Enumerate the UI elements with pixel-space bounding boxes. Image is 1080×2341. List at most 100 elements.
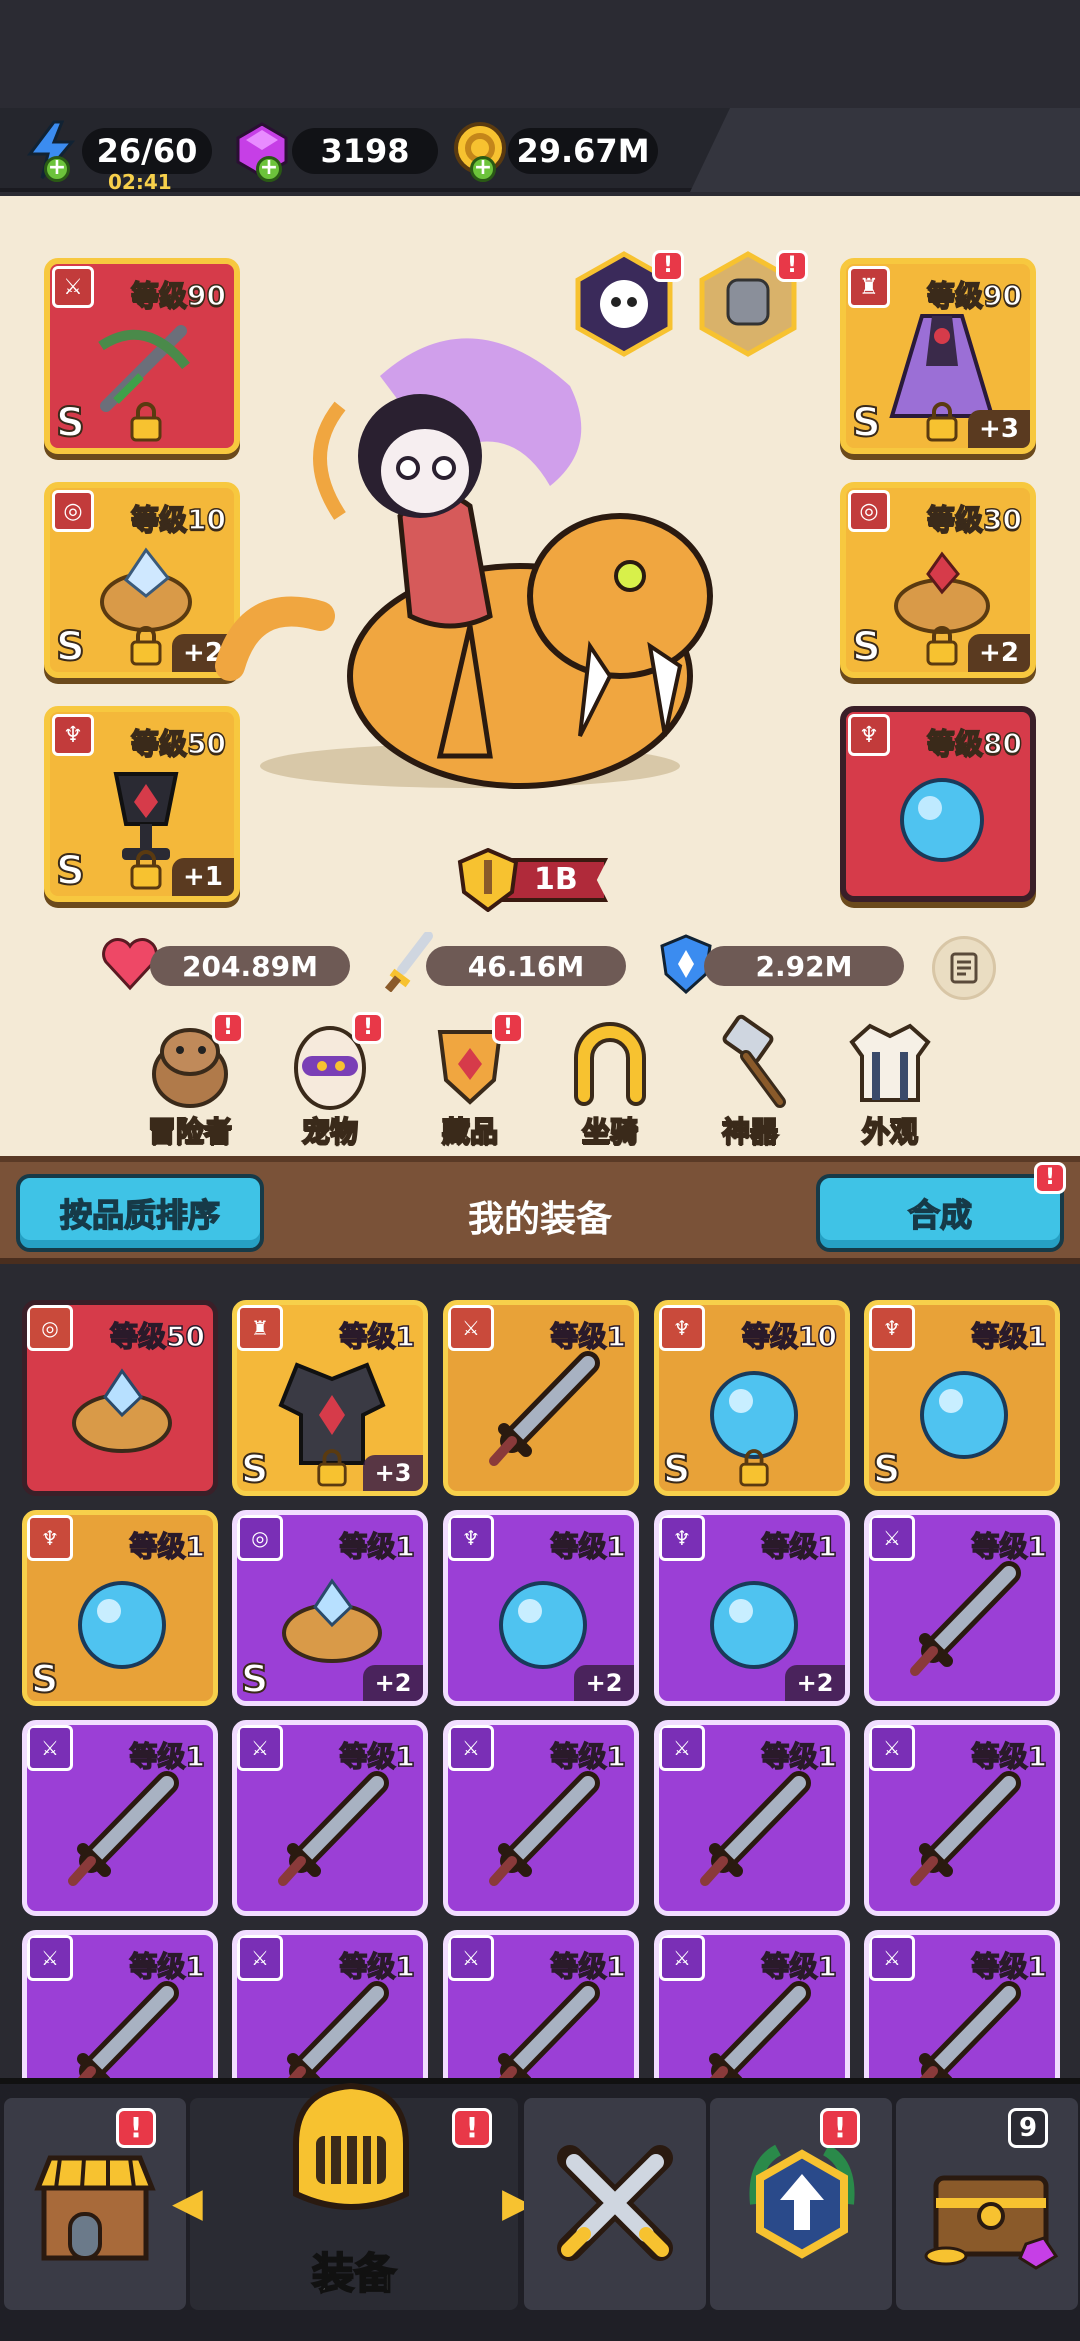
slot-plus: +3	[968, 410, 1030, 448]
slot-plus: +1	[172, 858, 234, 896]
upgrade-laurel-icon	[749, 2144, 855, 2259]
weapon-icon	[287, 1981, 389, 2078]
weapon-icon	[700, 1771, 811, 1886]
slot-grade: S	[851, 623, 882, 671]
slot-grade: S	[55, 847, 86, 895]
stats-detail-button[interactable]	[932, 936, 996, 1000]
nav-equipment[interactable]: ! 装备	[190, 2082, 518, 2310]
weapon-icon	[77, 1981, 179, 2078]
horseshoe-icon	[574, 1022, 646, 1106]
category-label: 冒险者	[147, 1114, 233, 1149]
equipment-item[interactable]: ⚔ 等级1	[443, 1300, 639, 1496]
armor-slot[interactable]: ♜ 等级90 S +3	[840, 258, 1036, 454]
category-adventurer[interactable]: 冒险者 !	[130, 1012, 250, 1150]
weapon-icon	[910, 1561, 1021, 1676]
necklace-icon	[920, 1371, 1008, 1459]
upgrade-alert-badge: !	[820, 2108, 860, 2148]
weapon-icon	[489, 1351, 600, 1466]
ring-type-icon: ◎	[848, 490, 890, 532]
bottom-nav: ! ! 装备 ◀ ▶ ! 9	[0, 2078, 1080, 2341]
category-mount[interactable]: 坐骑	[550, 1012, 670, 1150]
equipment-item[interactable]: ⚔ 等级1	[443, 1930, 639, 2078]
armor-type-icon: ♜	[848, 266, 890, 308]
category-label: 藏品	[441, 1114, 499, 1149]
equipment-item[interactable]: ♆ 等级1 S	[864, 1300, 1060, 1496]
equipment-item[interactable]: ♆ 等级10 S	[654, 1300, 850, 1496]
equipment-item[interactable]: ⚔ 等级1	[22, 1720, 218, 1916]
equipment-item[interactable]: ♜ 等级1 S +3	[232, 1300, 428, 1496]
sword-type-icon: ⚔	[52, 266, 94, 308]
necklace-icon	[78, 1581, 166, 1669]
equipment-item[interactable]: ⚔ 等级1	[864, 1720, 1060, 1916]
equipment-item[interactable]: ⚔ 等级1	[864, 1930, 1060, 2078]
equipment-title: 我的装备	[467, 1199, 612, 1240]
category-label: 外观	[861, 1114, 919, 1149]
hammer-icon	[722, 1014, 786, 1108]
power-badge: 1B	[456, 848, 616, 912]
equipment-item[interactable]: ♆ 等级1 S	[22, 1510, 218, 1706]
necklace-slot-right[interactable]: ♆ 等级80	[840, 706, 1036, 902]
ring-slot-right[interactable]: ◎ 等级30 S +2	[840, 482, 1036, 678]
weapon-icon	[919, 1981, 1021, 2078]
category-collection[interactable]: 藏品 !	[410, 1012, 530, 1150]
equipment-item[interactable]: ⚔ 等级1	[443, 1720, 639, 1916]
hp-value: 204.89M	[182, 949, 318, 983]
category-pet[interactable]: 宠物 !	[270, 1012, 390, 1150]
merge-button[interactable]: 合成	[816, 1174, 1064, 1252]
slot-grade: S	[55, 399, 86, 447]
category-label: 宠物	[301, 1114, 359, 1149]
alert-badge: !	[352, 1012, 384, 1044]
gold-value: 29.67M	[516, 132, 650, 170]
pet-alert-badge: !	[652, 250, 684, 282]
alert-badge: !	[212, 1012, 244, 1044]
merge-alert-badge: !	[1034, 1162, 1066, 1194]
equipment-item[interactable]: ♆ 等级1 +2	[654, 1510, 850, 1706]
energy-value: 26/60	[96, 132, 198, 170]
alert-badge: !	[492, 1012, 524, 1044]
defense-value: 2.92M	[755, 949, 853, 983]
lock-icon	[130, 850, 162, 890]
nav-battle[interactable]	[524, 2098, 706, 2310]
pet-knight-alert-badge: !	[776, 250, 808, 282]
nav-upgrade[interactable]: !	[710, 2098, 892, 2310]
treasure-chest-icon	[924, 2175, 1059, 2270]
category-artifact[interactable]: 神器	[690, 1012, 810, 1150]
weapon-icon	[68, 1771, 179, 1886]
equipment-item[interactable]: ⚔ 等级1	[232, 1720, 428, 1916]
defense-stat: 2.92M	[704, 946, 904, 986]
equipment-item[interactable]: ⚔ 等级1	[22, 1930, 218, 2078]
nav-treasure[interactable]: 9	[896, 2098, 1078, 2310]
equipment-item[interactable]: ⚔ 等级1	[654, 1930, 850, 2078]
equipment-item[interactable]: ⚔ 等级1	[864, 1510, 1060, 1706]
shop-icon	[34, 2155, 156, 2261]
equipment-item[interactable]: ♆ 等级1 +2	[443, 1510, 639, 1706]
equipment-item[interactable]: ◎ 等级50	[22, 1300, 218, 1496]
shop-alert-badge: !	[116, 2108, 156, 2148]
nav-left-arrow-icon[interactable]: ◀	[172, 2180, 203, 2226]
character-panel: ⚔ 等级90 S ◎ 等级10 S +2 ♆ 等级50 S +1 ♜ 等级90 …	[0, 196, 1080, 1301]
crossed-swords-icon	[557, 2145, 673, 2261]
energy-add-icon[interactable]: +	[44, 156, 70, 182]
gem-add-icon[interactable]: +	[256, 156, 282, 182]
ring-type-icon: ◎	[52, 490, 94, 532]
equipment-item[interactable]: ⚔ 等级1	[232, 1930, 428, 2078]
category-label: 坐骑	[581, 1114, 639, 1149]
item-grade: S	[662, 1446, 691, 1491]
attack-value: 46.16M	[467, 949, 585, 983]
gem-counter: 3198	[292, 128, 438, 174]
notes-icon	[950, 952, 978, 984]
power-value: 1B	[534, 862, 578, 897]
gold-add-icon[interactable]: +	[470, 156, 496, 182]
gold-counter: 29.67M	[508, 128, 658, 174]
equipment-item[interactable]: ⚔ 等级1	[654, 1720, 850, 1916]
lock-icon	[926, 402, 958, 442]
energy-timer: 02:41	[108, 170, 172, 194]
necklace-type-icon: ♆	[848, 714, 890, 756]
category-outfit[interactable]: 外观	[830, 1012, 950, 1150]
blue-orb-icon	[900, 778, 984, 862]
equipment-item[interactable]: ◎ 等级1 S +2	[232, 1510, 428, 1706]
nav-shop[interactable]: !	[4, 2098, 186, 2310]
lock-icon	[739, 1449, 769, 1487]
outfit-icon	[849, 1023, 931, 1102]
sort-by-quality-button[interactable]: 按品质排序	[16, 1174, 264, 1252]
